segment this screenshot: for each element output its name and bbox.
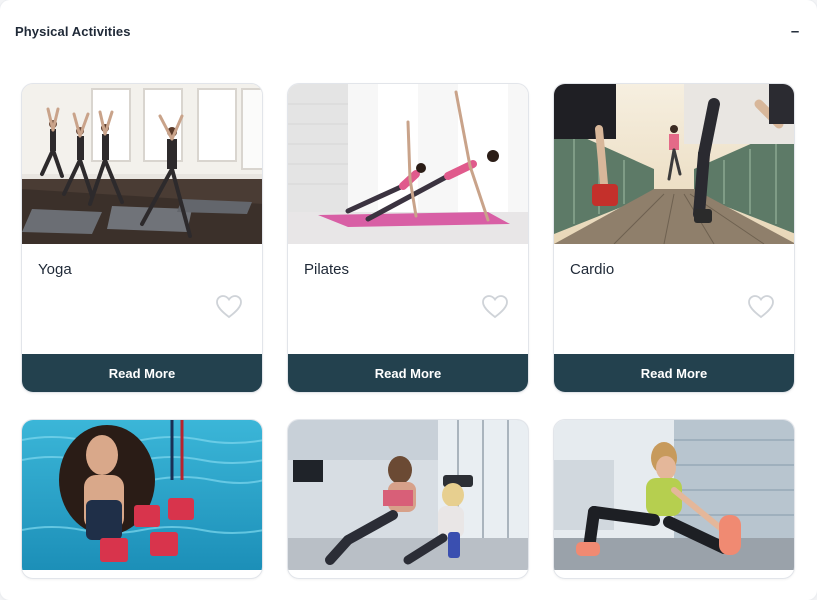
heart-outline-icon[interactable] [215,293,243,321]
read-more-button[interactable]: Read More [22,354,262,392]
card-title: Pilates [304,261,350,278]
aqua-photo [22,420,262,570]
activity-card-aqua [21,419,263,579]
read-more-button[interactable]: Read More [554,354,794,392]
activity-card-gym [287,419,529,579]
read-more-button[interactable]: Read More [288,354,528,392]
physical-activities-panel: Physical Activities – Yoga Read More Pil… [0,0,817,600]
heart-outline-icon[interactable] [481,293,509,321]
activity-card-yoga: Yoga Read More [21,83,263,393]
activity-card-pilates: Pilates Read More [287,83,529,393]
collapse-button[interactable]: – [787,23,803,39]
card-title: Yoga [38,261,72,278]
stretching-photo [554,420,794,570]
gym-photo [288,420,528,570]
heart-outline-icon[interactable] [747,293,775,321]
pilates-photo [288,84,528,244]
panel-title: Physical Activities [15,23,131,39]
card-title: Cardio [570,261,615,278]
activity-card-stretching [553,419,795,579]
cardio-photo [554,84,794,244]
yoga-photo [22,84,262,244]
activity-card-cardio: Cardio Read More [553,83,795,393]
panel-header: Physical Activities – [15,21,803,41]
